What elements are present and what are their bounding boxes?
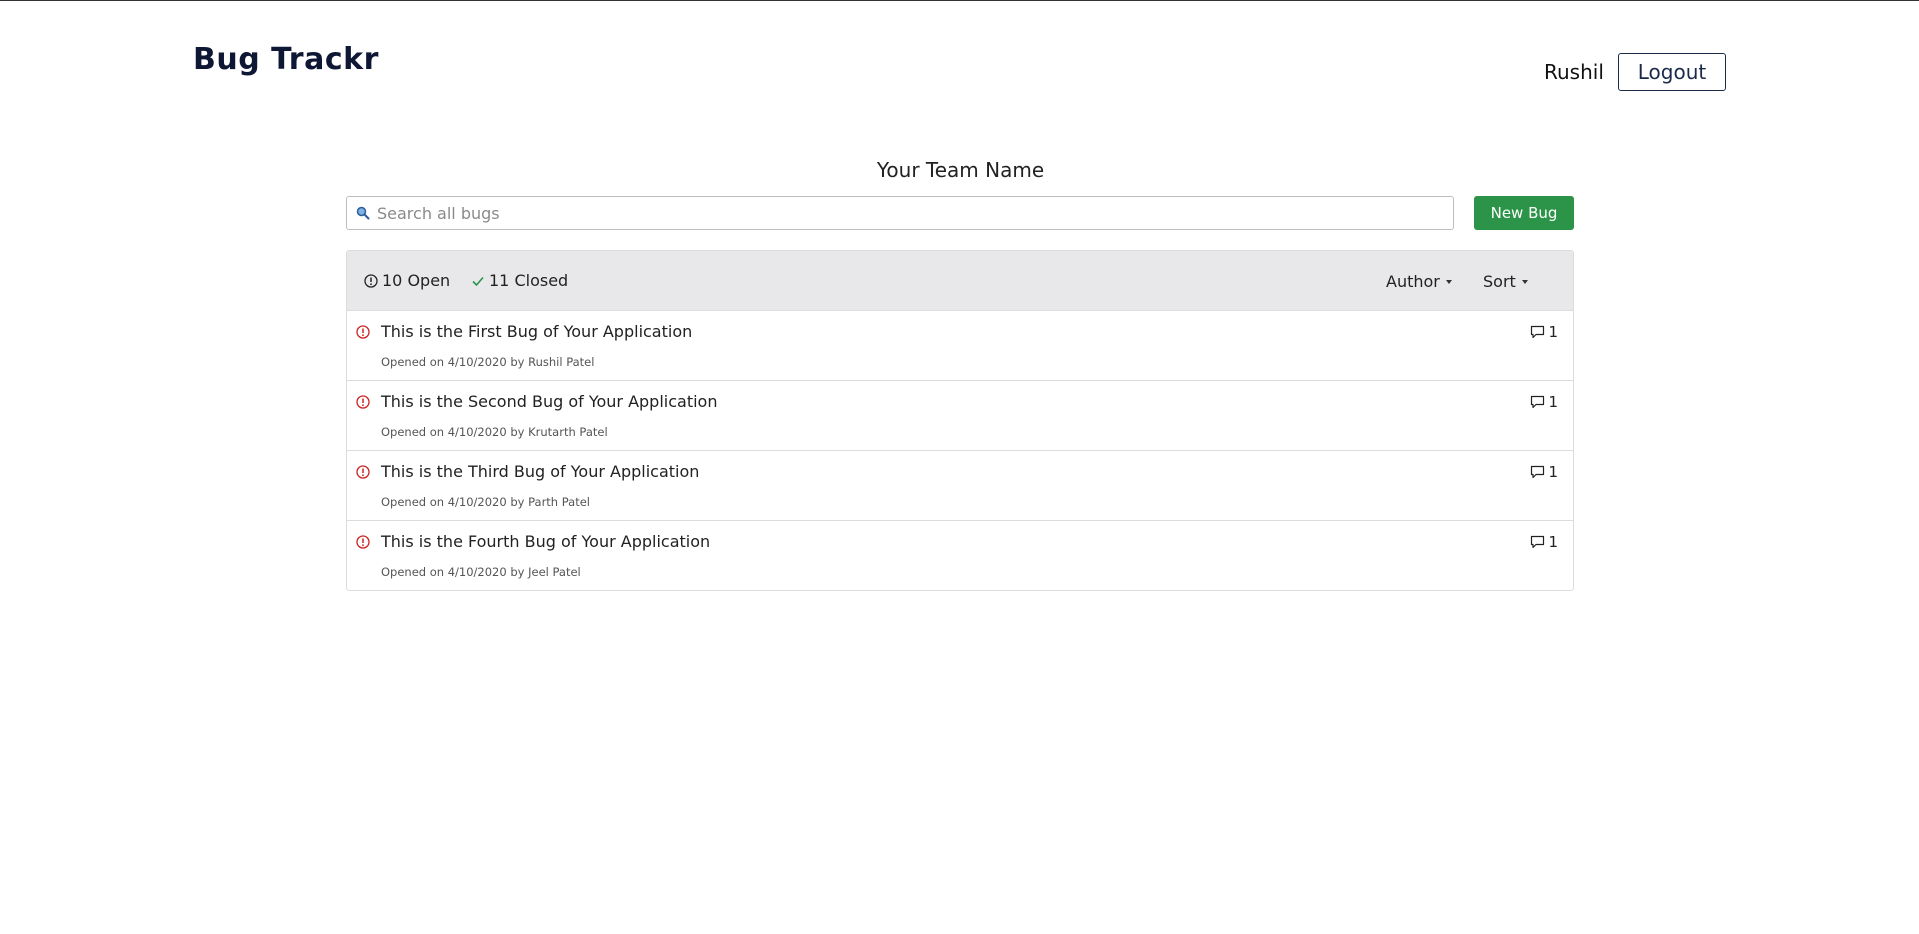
check-icon (472, 276, 484, 286)
author-label: Author (1386, 272, 1440, 291)
bug-title-link[interactable]: This is the Second Bug of Your Applicati… (381, 392, 717, 411)
comment-icon (1531, 535, 1545, 549)
open-issue-icon (356, 325, 370, 339)
bug-row: This is the Second Bug of Your Applicati… (347, 381, 1573, 451)
caret-down-icon (1445, 279, 1452, 284)
user-name: Rushil (1544, 60, 1604, 84)
bug-row: This is the Third Bug of Your Applicatio… (347, 451, 1573, 521)
comment-icon (1531, 325, 1545, 339)
bug-meta: Opened on 4/10/2020 by Krutarth Patel (381, 425, 608, 439)
open-issue-icon (356, 465, 370, 479)
logout-button[interactable]: Logout (1618, 53, 1726, 91)
bug-meta: Opened on 4/10/2020 by Rushil Patel (381, 355, 595, 369)
comment-icon (1531, 465, 1545, 479)
open-issue-icon (356, 535, 370, 549)
open-bugs-filter[interactable]: 10 Open (364, 271, 450, 290)
open-issue-icon (364, 273, 378, 288)
comment-icon (1531, 395, 1545, 409)
comment-count-value: 1 (1548, 533, 1558, 551)
sort-dropdown[interactable]: Sort (1483, 272, 1528, 291)
new-bug-button[interactable]: New Bug (1474, 196, 1574, 230)
search-input[interactable] (377, 198, 1453, 228)
open-count: 10 Open (382, 271, 451, 290)
comment-count[interactable]: 1 (1530, 393, 1558, 411)
search-icon (355, 205, 371, 221)
comment-count-value: 1 (1548, 463, 1558, 481)
comment-count[interactable]: 1 (1530, 533, 1558, 551)
bug-row: This is the Fourth Bug of Your Applicati… (347, 521, 1573, 590)
author-dropdown[interactable]: Author (1386, 272, 1452, 291)
comment-count[interactable]: 1 (1530, 323, 1558, 341)
bug-list-header: 10 Open 11 Closed Author Sort (347, 251, 1573, 311)
open-issue-icon (356, 395, 370, 409)
bug-title-link[interactable]: This is the First Bug of Your Applicatio… (381, 322, 692, 341)
search-bar (346, 196, 1454, 230)
sort-label: Sort (1483, 272, 1516, 291)
bug-meta: Opened on 4/10/2020 by Parth Patel (381, 495, 590, 509)
comment-count-value: 1 (1548, 323, 1558, 341)
bug-list-panel: 10 Open 11 Closed Author Sort This is th… (346, 250, 1574, 591)
comment-count-value: 1 (1548, 393, 1558, 411)
comment-count[interactable]: 1 (1530, 463, 1558, 481)
bug-title-link[interactable]: This is the Third Bug of Your Applicatio… (381, 462, 699, 481)
bug-meta: Opened on 4/10/2020 by Jeel Patel (381, 565, 581, 579)
top-border (0, 0, 1919, 1)
caret-down-icon (1521, 279, 1528, 284)
brand-logo[interactable]: Bug Trackr (193, 42, 379, 77)
closed-bugs-filter[interactable]: 11 Closed (471, 271, 568, 290)
closed-count: 11 Closed (489, 271, 569, 290)
bug-title-link[interactable]: This is the Fourth Bug of Your Applicati… (381, 532, 710, 551)
team-name-title: Your Team Name (876, 158, 1045, 182)
bug-row: This is the First Bug of Your Applicatio… (347, 311, 1573, 381)
